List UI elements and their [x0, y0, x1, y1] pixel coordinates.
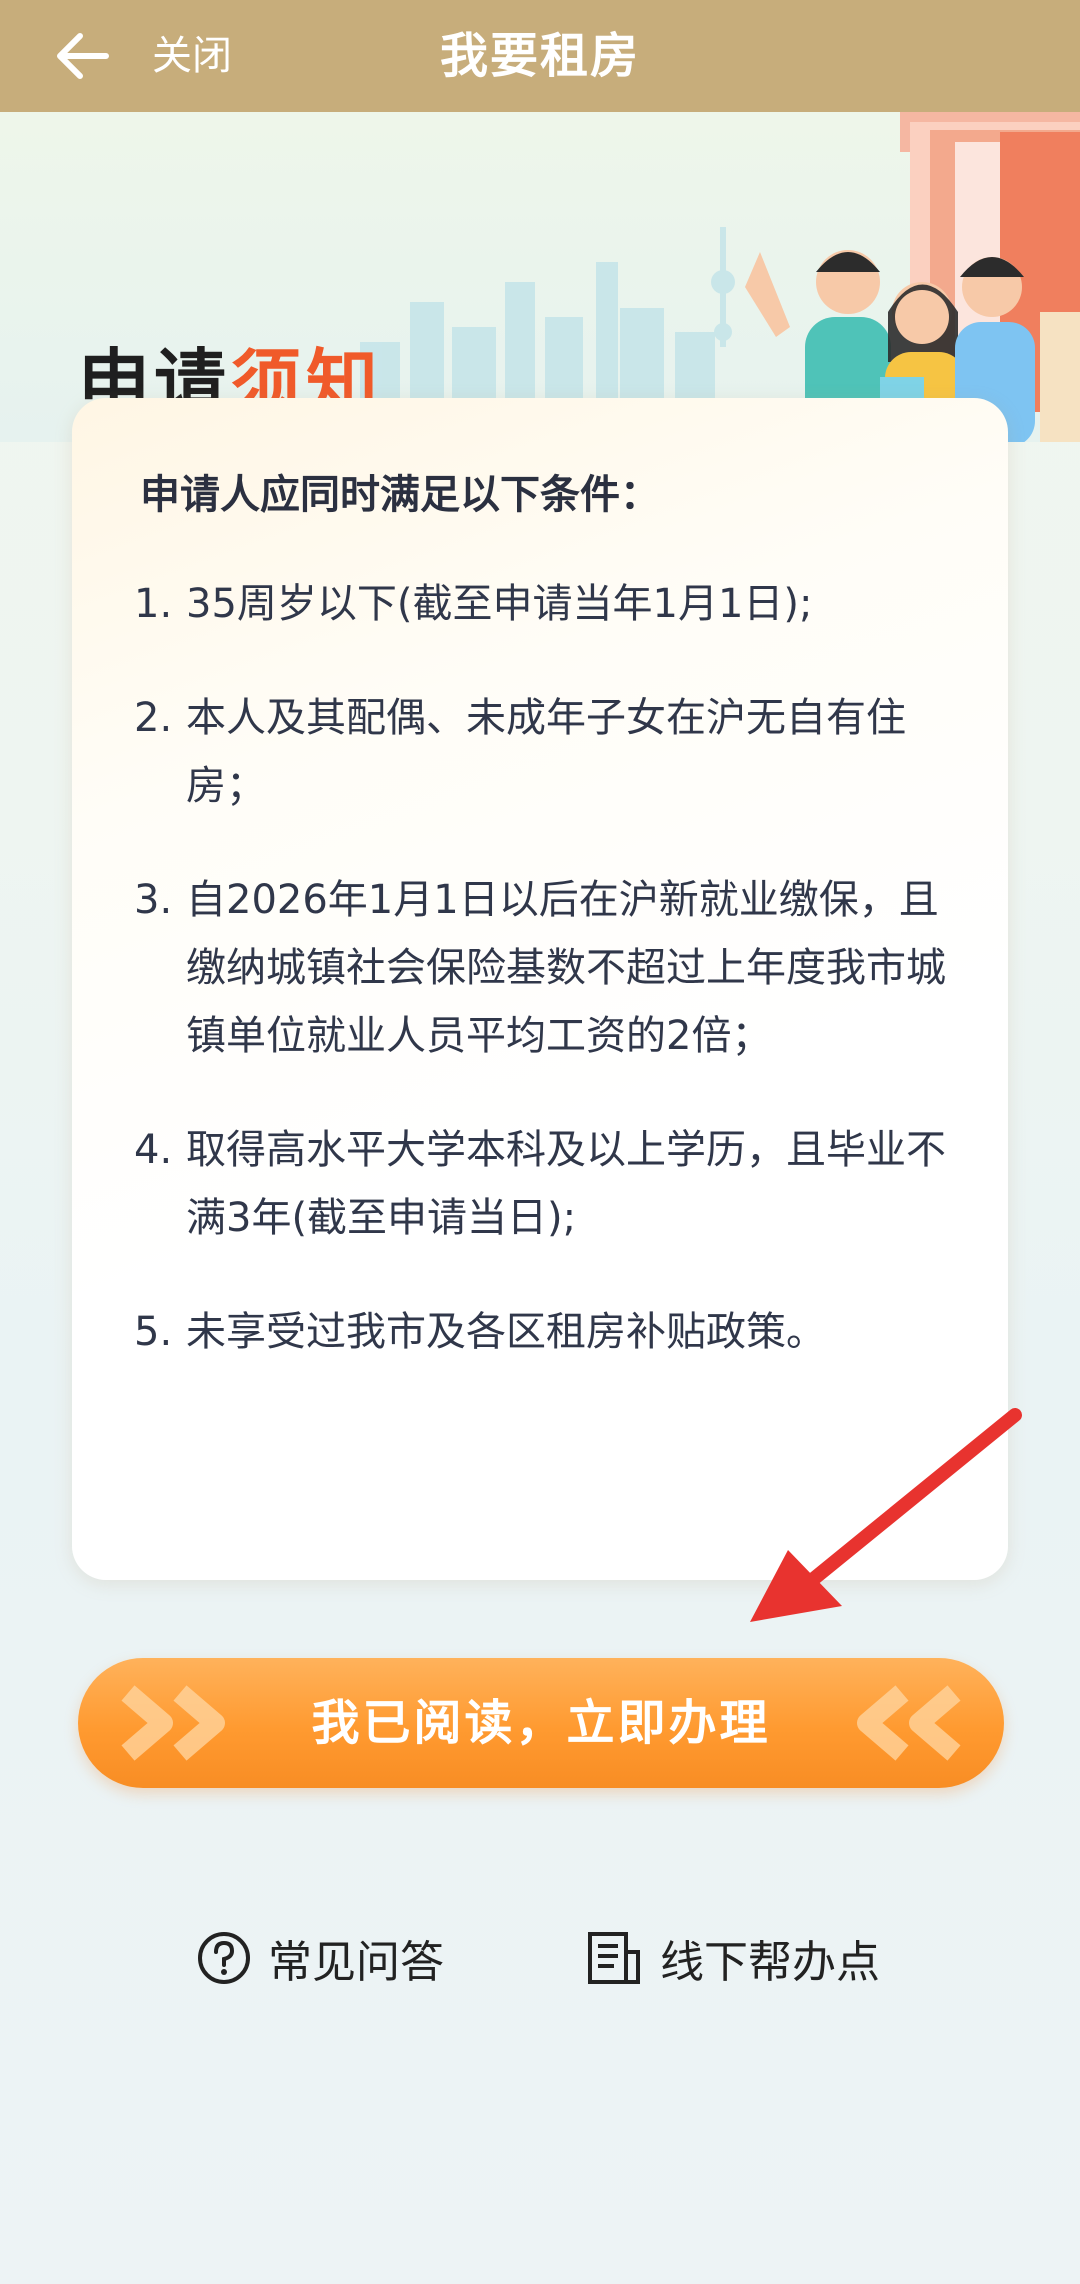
faq-label: 常见问答	[268, 1937, 444, 1988]
item-number: 5.	[134, 1309, 173, 1355]
document-building-icon	[588, 1932, 640, 1984]
notice-heading: 申请人应同时满足以下条件：	[140, 472, 660, 518]
annotation-arrow-icon	[750, 1408, 1022, 1622]
offline-service-link[interactable]: 线下帮办点	[584, 1922, 880, 1994]
item-text: 本人及其配偶、未成年子女在沪无自有住房；	[186, 695, 906, 809]
list-item: 3. 自2026年1月1日以后在沪新就业缴保，且缴纳城镇社会保险基数不超过上年度…	[134, 866, 964, 1070]
item-text: 自2026年1月1日以后在沪新就业缴保，且缴纳城镇社会保险基数不超过上年度我市城…	[186, 877, 946, 1059]
hero-banner: 申请须知	[0, 112, 1080, 442]
list-item: 2. 本人及其配偶、未成年子女在沪无自有住房；	[134, 684, 964, 820]
offline-label: 线下帮办点	[660, 1937, 880, 1988]
item-text: 取得高水平大学本科及以上学历，且毕业不满3年(截至申请当日);	[186, 1127, 946, 1241]
list-item: 1. 35周岁以下(截至申请当年1月1日);	[134, 570, 964, 638]
requirements-list: 1. 35周岁以下(截至申请当年1月1日); 2. 本人及其配偶、未成年子女在沪…	[134, 570, 964, 1412]
item-text: 35周岁以下(截至申请当年1月1日);	[186, 581, 813, 627]
item-number: 1.	[134, 581, 173, 627]
item-number: 3.	[134, 877, 173, 923]
page-title: 我要租房	[439, 28, 640, 84]
faq-link[interactable]: 常见问答	[196, 1922, 444, 1994]
cta-label: 我已阅读，立即办理	[311, 1695, 771, 1751]
top-bar: 关闭 我要租房	[0, 0, 1080, 112]
item-text: 未享受过我市及各区租房补贴政策。	[186, 1309, 826, 1355]
list-item: 4. 取得高水平大学本科及以上学历，且毕业不满3年(截至申请当日);	[134, 1116, 964, 1252]
read-and-apply-button[interactable]: 我已阅读，立即办理	[78, 1658, 1004, 1788]
item-number: 4.	[134, 1127, 173, 1173]
item-number: 2.	[134, 695, 173, 741]
list-item: 5. 未享受过我市及各区租房补贴政策。	[134, 1298, 964, 1366]
question-circle-icon	[198, 1932, 250, 1984]
